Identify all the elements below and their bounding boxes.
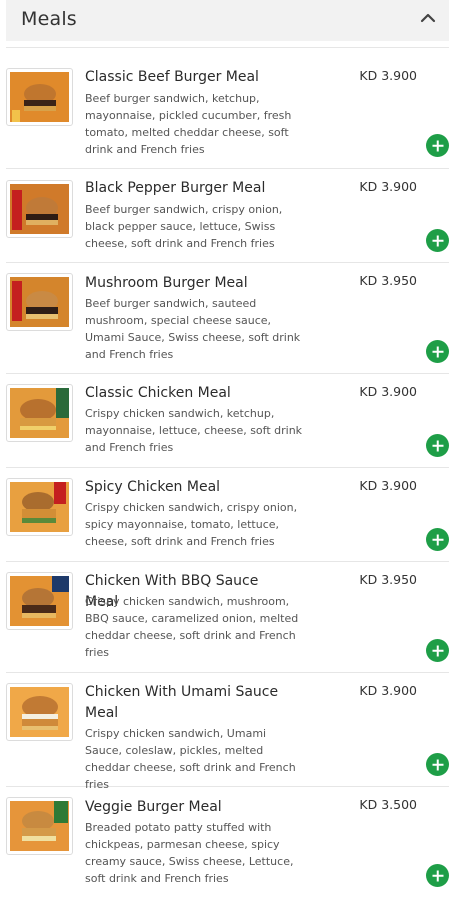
item-description: Crispy chicken sandwich, crispy onion, s… bbox=[85, 501, 298, 548]
item-image[interactable] bbox=[6, 478, 73, 536]
item-price: KD 3.900 bbox=[359, 68, 417, 83]
add-to-cart-button[interactable] bbox=[426, 528, 449, 551]
item-image[interactable] bbox=[6, 572, 73, 630]
item-name[interactable]: Spicy Chicken Meal bbox=[85, 477, 295, 498]
item-description: Crispy chicken sandwich, Umami Sauce, co… bbox=[85, 727, 296, 791]
chevron-up-icon[interactable] bbox=[418, 8, 438, 28]
add-to-cart-button[interactable] bbox=[426, 864, 449, 887]
item-name[interactable]: Veggie Burger Meal bbox=[85, 797, 295, 818]
item-price: KD 3.500 bbox=[359, 797, 417, 812]
item-name[interactable]: Chicken With Umami Sauce Meal bbox=[85, 682, 295, 724]
add-to-cart-button[interactable] bbox=[426, 639, 449, 662]
item-name[interactable]: Classic Chicken Meal bbox=[85, 383, 295, 404]
item-price: KD 3.900 bbox=[359, 384, 417, 399]
menu-item: Mushroom Burger Meal Beef burger sandwic… bbox=[6, 263, 449, 374]
add-to-cart-button[interactable] bbox=[426, 340, 449, 363]
item-image[interactable] bbox=[6, 180, 73, 238]
item-image[interactable] bbox=[6, 683, 73, 741]
item-price: KD 3.950 bbox=[359, 572, 417, 587]
item-price: KD 3.900 bbox=[359, 683, 417, 698]
item-name[interactable]: Mushroom Burger Meal bbox=[85, 273, 295, 294]
item-description: Breaded potato patty stuffed with chickp… bbox=[85, 821, 294, 885]
menu-item: Black Pepper Burger Meal Beef burger san… bbox=[6, 169, 449, 263]
menu-item: Chicken With Umami Sauce Meal Crispy chi… bbox=[6, 673, 449, 791]
meals-section-header[interactable]: Meals bbox=[6, 0, 449, 41]
item-image[interactable] bbox=[6, 384, 73, 442]
menu-item: Spicy Chicken Meal Crispy chicken sandwi… bbox=[6, 468, 449, 562]
add-to-cart-button[interactable] bbox=[426, 753, 449, 776]
item-description: Beef burger sandwich, crispy onion, blac… bbox=[85, 203, 283, 250]
item-name[interactable]: Classic Beef Burger Meal bbox=[85, 67, 295, 88]
section-title: Meals bbox=[21, 8, 77, 30]
add-to-cart-button[interactable] bbox=[426, 434, 449, 457]
menu-item: Chicken With BBQ Sauce Meal Crispy chick… bbox=[6, 562, 449, 673]
item-price: KD 3.950 bbox=[359, 273, 417, 288]
item-name[interactable]: Black Pepper Burger Meal bbox=[85, 178, 295, 199]
item-description: Crispy chicken sandwich, mushroom, BBQ s… bbox=[85, 595, 299, 659]
item-description: Beef burger sandwich, sauteed mushroom, … bbox=[85, 297, 301, 361]
add-to-cart-button[interactable] bbox=[426, 229, 449, 252]
item-image[interactable] bbox=[6, 68, 73, 126]
item-image[interactable] bbox=[6, 273, 73, 331]
item-price: KD 3.900 bbox=[359, 478, 417, 493]
item-description: Beef burger sandwich, ketchup, mayonnais… bbox=[85, 92, 292, 156]
menu-item: Classic Chicken Meal Crispy chicken sand… bbox=[6, 374, 449, 468]
item-image[interactable] bbox=[6, 797, 73, 855]
add-to-cart-button[interactable] bbox=[426, 134, 449, 157]
menu-item: Classic Beef Burger Meal Beef burger san… bbox=[6, 48, 449, 169]
menu-item: Veggie Burger Meal Breaded potato patty … bbox=[6, 787, 449, 898]
item-price: KD 3.900 bbox=[359, 179, 417, 194]
item-description: Crispy chicken sandwich, ketchup, mayonn… bbox=[85, 407, 303, 454]
